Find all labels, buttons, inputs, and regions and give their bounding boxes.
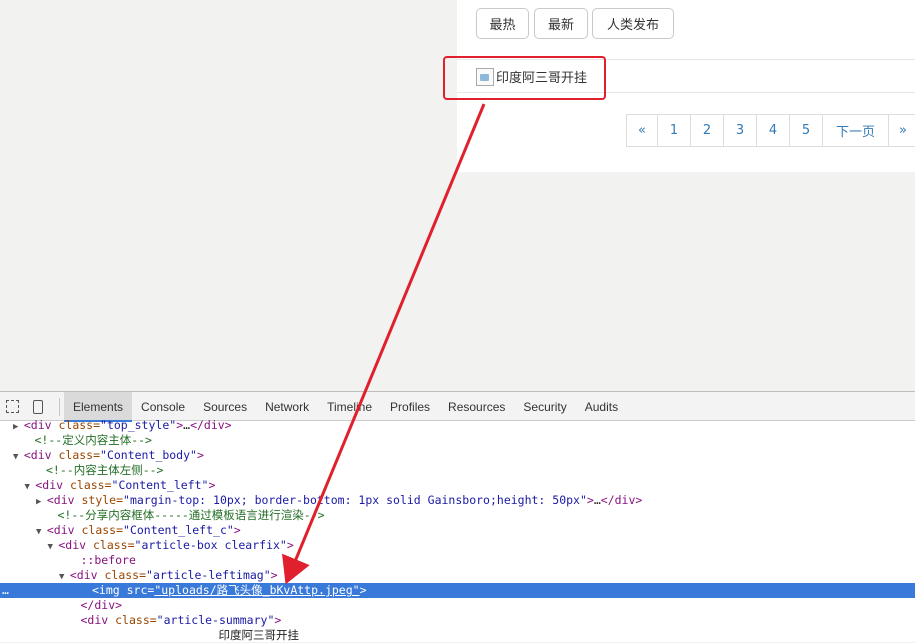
dom-token: </div> <box>80 598 123 612</box>
pagination: « 1 2 3 4 5 下一页 » <box>626 114 915 147</box>
dom-token: ::before <box>80 553 136 567</box>
page-2-button[interactable]: 2 <box>690 114 724 147</box>
dom-node[interactable]: 印度阿三哥开挂 <box>0 628 915 643</box>
page-3-button[interactable]: 3 <box>723 114 757 147</box>
dom-token: src= <box>126 583 155 597</box>
dom-node[interactable]: ▼ <div class="Content_left"> <box>0 478 915 493</box>
dom-token: <img <box>92 583 127 597</box>
page-prev-button[interactable]: « <box>626 114 658 147</box>
dom-token: <div <box>23 418 59 432</box>
dom-token: "Content_left" <box>111 478 209 492</box>
inspect-element-icon[interactable] <box>6 400 19 413</box>
dom-node[interactable]: ▼ <div class="article-leftimag"> <box>0 568 915 583</box>
webpage-area: 最热 最新 人类发布 印度阿三哥开挂 « 1 2 3 4 5 下一页 » <box>0 0 915 391</box>
dom-token: class= <box>92 538 135 552</box>
dom-node[interactable]: <div class="article-summary"> <box>0 613 915 628</box>
dom-token: <div <box>80 613 116 627</box>
dom-token: … <box>593 493 601 507</box>
dom-token: "uploads/路飞头像_bKvAttp.jpeg" <box>154 583 360 597</box>
dom-token: "top_style" <box>100 418 177 432</box>
dom-token: > <box>233 523 241 537</box>
dom-node[interactable]: <!--定义内容主体--> <box>0 433 915 448</box>
collapse-triangle-icon[interactable]: ▼ <box>59 572 70 582</box>
dom-token: > <box>359 583 367 597</box>
dom-token: class= <box>81 523 124 537</box>
dom-token: > <box>274 613 282 627</box>
devtools-toolbar: Elements Console Sources Network Timelin… <box>0 391 915 422</box>
dom-token: 印度阿三哥开挂 <box>218 628 300 642</box>
dom-token: <div <box>46 493 82 507</box>
dom-token: <!--分享内容框体-----通过模板语言进行渲染--> <box>57 508 325 522</box>
dom-node[interactable]: ::before <box>0 553 915 568</box>
dom-node[interactable]: </div> <box>0 598 915 613</box>
next-page-button[interactable]: 下一页 <box>822 114 889 147</box>
dom-token: > <box>586 493 594 507</box>
page-1-button[interactable]: 1 <box>657 114 691 147</box>
hottest-button[interactable]: 最热 <box>476 8 529 39</box>
dom-token: class= <box>115 613 157 627</box>
expand-triangle-icon[interactable]: ▶ <box>36 497 47 507</box>
dom-token: </div> <box>600 493 643 507</box>
dom-token: "article-leftimag" <box>146 568 271 582</box>
dom-token: "margin-top: 10px; border-bottom: 1px so… <box>123 493 587 507</box>
dom-token: class= <box>104 568 147 582</box>
dom-node[interactable]: ▼ <div class="Content_left_c"> <box>0 523 915 538</box>
dom-token: <div <box>23 448 59 462</box>
dom-node[interactable]: <!--内容主体左侧--> <box>0 463 915 478</box>
human-posts-button[interactable]: 人类发布 <box>592 8 674 39</box>
dom-node-selected[interactable]: … <img src="uploads/路飞头像_bKvAttp.jpeg"> <box>0 583 915 598</box>
dom-node[interactable]: ▼ <div class="Content_body"> <box>0 448 915 463</box>
newest-button[interactable]: 最新 <box>534 8 588 39</box>
expand-triangle-icon[interactable]: ▶ <box>13 422 24 432</box>
dom-token: "article-box clearfix" <box>134 538 287 552</box>
dom-token: <div <box>69 568 105 582</box>
toolbar-separator <box>59 398 60 416</box>
node-menu-dots[interactable]: … <box>2 583 9 598</box>
dom-token: <div <box>46 523 82 537</box>
dom-node[interactable]: <!--分享内容框体-----通过模板语言进行渲染--> <box>0 508 915 523</box>
collapse-triangle-icon[interactable]: ▼ <box>48 542 59 552</box>
dom-token: > <box>208 478 216 492</box>
collapse-triangle-icon[interactable]: ▼ <box>25 482 36 492</box>
collapse-triangle-icon[interactable]: ▼ <box>13 452 24 462</box>
dom-token: class= <box>69 478 112 492</box>
dom-token: <div <box>35 478 70 492</box>
dom-token: </div> <box>190 418 232 432</box>
dom-token: style= <box>81 493 124 507</box>
dom-token: > <box>286 538 294 552</box>
dom-token: > <box>196 448 204 462</box>
dom-token: "Content_left_c" <box>123 523 234 537</box>
devtools-panel: Elements Console Sources Network Timelin… <box>0 391 915 642</box>
dom-token: class= <box>58 448 101 462</box>
dom-token: "Content_body" <box>100 448 197 462</box>
page-5-button[interactable]: 5 <box>789 114 823 147</box>
dom-token: <!--内容主体左侧--> <box>46 463 164 477</box>
collapse-triangle-icon[interactable]: ▼ <box>36 527 47 537</box>
dom-node[interactable]: ▶ <div class="top_style">…</div> <box>0 418 915 433</box>
page-4-button[interactable]: 4 <box>756 114 790 147</box>
device-mode-icon[interactable] <box>33 400 43 414</box>
dom-token: > <box>270 568 278 582</box>
dom-node[interactable]: ▶ <div style="margin-top: 10px; border-b… <box>0 493 915 508</box>
page-last-button[interactable]: » <box>888 114 915 147</box>
dom-token: <!--定义内容主体--> <box>34 433 152 447</box>
dom-token: <div <box>58 538 93 552</box>
annotation-highlight-box <box>443 56 606 100</box>
dom-token: class= <box>58 418 101 432</box>
dom-token: "article-summary" <box>156 613 275 627</box>
dom-node[interactable]: ▼ <div class="article-box clearfix"> <box>0 538 915 553</box>
